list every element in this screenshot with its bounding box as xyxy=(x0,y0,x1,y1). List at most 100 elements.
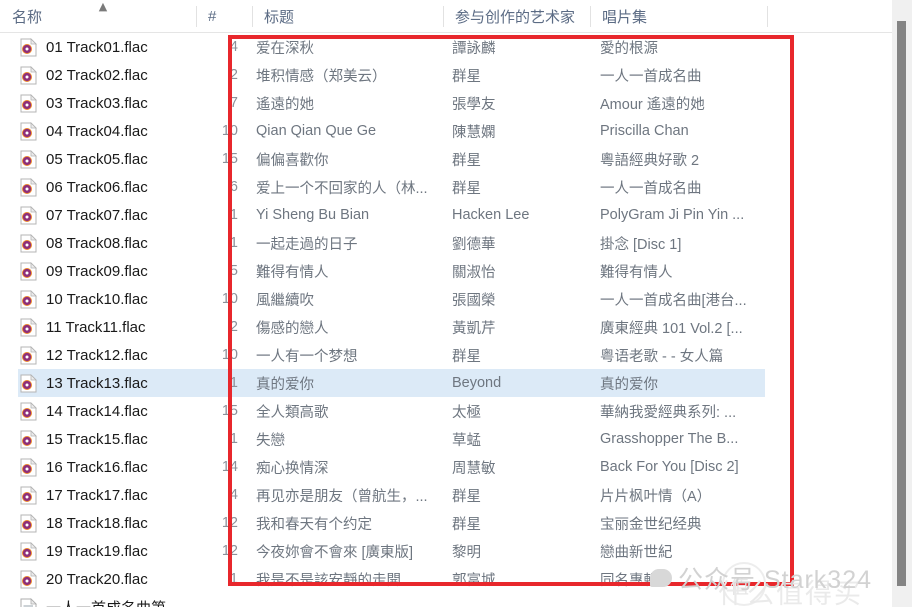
track-number-label: 15 xyxy=(221,151,238,167)
track-number-label: 1 xyxy=(229,431,238,447)
column-header-name[interactable]: 名称 xyxy=(0,0,196,32)
cell-track-title: 今夜妳會不會來 [廣東版] xyxy=(256,537,442,565)
track-number-label: 6 xyxy=(229,179,238,195)
track-number-label: 14 xyxy=(221,459,238,475)
track-number-label: 1 xyxy=(229,207,238,223)
cell-track-album: 一人一首成名曲[港台... xyxy=(600,285,766,313)
scrollbar-thumb[interactable] xyxy=(897,21,906,586)
track-title-label: 傷感的戀人 xyxy=(256,320,329,337)
column-header-album[interactable]: 唱片集 xyxy=(590,0,767,32)
table-row[interactable]: 18 Track18.flac 12 我和春天有个约定 群星 宝丽金世纪经典 xyxy=(0,509,892,537)
table-row[interactable]: 07 Track07.flac 1 Yi Sheng Bu Bian Hacken L… xyxy=(0,201,892,229)
table-row[interactable]: 06 Track06.flac 6 爱上一个不回家的人（林... 群星 一人一首成名曲 xyxy=(0,173,892,201)
cell-file-name: 20 Track20.flac xyxy=(20,565,190,593)
track-title-label: Yi Sheng Bu Bian xyxy=(256,207,370,223)
table-row[interactable]: 09 Track09.flac 5 難得有情人 關淑怡 難得有情人 xyxy=(0,257,892,285)
cell-track-album: 一人一首成名曲 xyxy=(600,61,766,89)
track-album-label: Back For You [Disc 2] xyxy=(600,459,739,475)
column-divider[interactable] xyxy=(767,6,768,27)
table-row[interactable]: 16 Track16.flac 14 痴心换情深 周慧敏 Back For You [D… xyxy=(0,453,892,481)
file-name-label: 09 Track09.flac xyxy=(46,262,148,280)
cell-file-name: 18 Track18.flac xyxy=(20,509,190,537)
cell-track-artist: 太極 xyxy=(452,397,588,425)
file-name-label: 10 Track10.flac xyxy=(46,290,148,308)
cell-track-album: 一人一首成名曲 xyxy=(600,173,766,201)
cell-track-title: Yi Sheng Bu Bian xyxy=(256,201,442,229)
table-row[interactable]: 13 Track13.flac 1 真的爱你 Beyond 真的爱你 xyxy=(0,369,892,397)
cell-track-title: 再见亦是朋友（曾航生，... xyxy=(256,481,442,509)
vertical-scrollbar[interactable] xyxy=(892,0,912,607)
table-row[interactable]: 14 Track14.flac 15 全人類高歌 太極 華納我愛經典系列: ... xyxy=(0,397,892,425)
table-row[interactable]: 05 Track05.flac 15 偏偏喜歡你 群星 粵語經典好歌 2 xyxy=(0,145,892,173)
track-album-label: 片片枫叶情（A） xyxy=(600,488,712,505)
cell-file-name: 16 Track16.flac xyxy=(20,453,190,481)
column-header-title[interactable]: 标题 xyxy=(252,0,443,32)
cell-track-artist xyxy=(452,593,588,607)
track-album-label: 一人一首成名曲[港台... xyxy=(600,292,747,309)
cell-track-title: 痴心换情深 xyxy=(256,453,442,481)
file-explorer-window: ▲ 名称 # 标题 参与创作的艺术家 唱片集 01 Track01.flac 4 爱… xyxy=(0,0,912,607)
cell-file-name: 07 Track07.flac xyxy=(20,201,190,229)
cell-track-album: Grasshopper The B... xyxy=(600,425,766,453)
track-title-label: 我是不是該安靜的走開 xyxy=(256,572,401,589)
table-row[interactable]: 15 Track15.flac 1 失戀 草蜢 Grasshopper The B... xyxy=(0,425,892,453)
track-artist-label: Beyond xyxy=(452,375,502,391)
cell-file-name: 15 Track15.flac xyxy=(20,425,190,453)
track-album-label: 掛念 [Disc 1] xyxy=(600,236,682,253)
cell-track-title: 風繼續吹 xyxy=(256,285,442,313)
cell-track-number: 10 xyxy=(196,117,246,145)
track-album-label: 粵語經典好歌 2 xyxy=(600,152,700,169)
cell-track-artist: Beyond xyxy=(452,369,588,397)
table-row[interactable]: 一人一首成名曲第... xyxy=(0,593,892,607)
cell-track-album: 華納我愛經典系列: ... xyxy=(600,397,766,425)
cell-track-artist: 張國榮 xyxy=(452,285,588,313)
cell-track-artist: 陳慧嫻 xyxy=(452,117,588,145)
cell-track-number xyxy=(196,593,246,607)
table-row[interactable]: 19 Track19.flac 12 今夜妳會不會來 [廣東版] 黎明 戀曲新世紀 xyxy=(0,537,892,565)
cell-track-number: 1 xyxy=(196,425,246,453)
cell-file-name: 11 Track11.flac xyxy=(20,313,190,341)
track-artist-label: 群星 xyxy=(452,488,481,505)
table-row[interactable]: 20 Track20.flac 1 我是不是該安靜的走開 郭富城 同名專輯 xyxy=(0,565,892,593)
cell-file-name: 02 Track02.flac xyxy=(20,61,190,89)
track-album-label: 真的爱你 xyxy=(600,376,658,393)
track-artist-label: 黃凱芹 xyxy=(452,320,496,337)
track-album-label: Grasshopper The B... xyxy=(600,431,739,447)
table-row[interactable]: 11 Track11.flac 2 傷感的戀人 黃凱芹 廣東經典 101 Vol.2 [… xyxy=(0,313,892,341)
file-name-label: 03 Track03.flac xyxy=(46,94,148,112)
table-row[interactable]: 02 Track02.flac 2 堆积情感（郑美云） 群星 一人一首成名曲 xyxy=(0,61,892,89)
cell-track-artist: Hacken Lee xyxy=(452,201,588,229)
cell-track-title: 傷感的戀人 xyxy=(256,313,442,341)
cell-track-title: 遙遠的她 xyxy=(256,89,442,117)
track-title-label: 再见亦是朋友（曾航生，... xyxy=(256,488,428,505)
track-artist-label: 關淑怡 xyxy=(452,264,496,281)
table-row[interactable]: 10 Track10.flac 10 風繼續吹 張國榮 一人一首成名曲[港台... xyxy=(0,285,892,313)
track-number-label: 2 xyxy=(229,67,238,83)
cell-track-number: 10 xyxy=(196,341,246,369)
column-header-artist[interactable]: 参与创作的艺术家 xyxy=(443,0,590,32)
table-row[interactable]: 17 Track17.flac 4 再见亦是朋友（曾航生，... 群星 片片枫叶情（A） xyxy=(0,481,892,509)
cell-track-number: 1 xyxy=(196,201,246,229)
table-row[interactable]: 12 Track12.flac 10 一人有一个梦想 群星 粤语老歌 - - 女人篇 xyxy=(0,341,892,369)
table-row[interactable]: 04 Track04.flac 10 Qian Qian Que Ge 陳慧嫻 Pris… xyxy=(0,117,892,145)
cell-track-title: 爱上一个不回家的人（林... xyxy=(256,173,442,201)
cell-track-album: Priscilla Chan xyxy=(600,117,766,145)
track-title-label: 痴心换情深 xyxy=(256,460,329,477)
cell-track-number: 15 xyxy=(196,397,246,425)
track-title-label: 偏偏喜歡你 xyxy=(256,152,329,169)
track-number-label: 1 xyxy=(229,571,238,587)
track-album-label: 一人一首成名曲 xyxy=(600,180,702,197)
track-artist-label: 張學友 xyxy=(452,96,496,113)
track-title-label: 爱上一个不回家的人（林... xyxy=(256,180,428,197)
cell-track-album xyxy=(600,593,766,607)
track-number-label: 12 xyxy=(221,543,238,559)
table-row[interactable]: 03 Track03.flac 7 遙遠的她 張學友 Amour 遙遠的她 xyxy=(0,89,892,117)
track-artist-label: 群星 xyxy=(452,516,481,533)
table-row[interactable]: 08 Track08.flac 1 一起走過的日子 劉德華 掛念 [Disc 1] xyxy=(0,229,892,257)
file-name-label: 07 Track07.flac xyxy=(46,206,148,224)
table-row[interactable]: 01 Track01.flac 4 爱在深秋 譚詠麟 愛的根源 xyxy=(0,33,892,61)
column-header-number[interactable]: # xyxy=(196,0,252,32)
cell-track-artist: 群星 xyxy=(452,509,588,537)
track-title-label: 爱在深秋 xyxy=(256,40,314,57)
cell-file-name: 17 Track17.flac xyxy=(20,481,190,509)
